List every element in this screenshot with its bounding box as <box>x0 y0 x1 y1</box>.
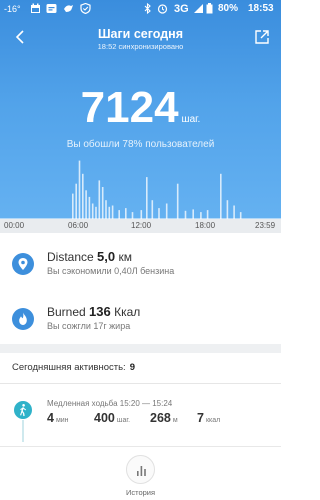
distance-value-line: Distance 5,0 км <box>47 249 132 264</box>
activity-distance-value: 268 <box>150 411 171 425</box>
tick-label-2: 12:00 <box>131 221 152 230</box>
activity-divider <box>0 383 281 384</box>
chart-bar-26 <box>220 173 222 220</box>
activity-calories: 7 ккал <box>197 411 220 425</box>
distance-value: 5,0 <box>97 249 116 264</box>
bluetooth-icon <box>142 2 153 15</box>
activity-steps-value: 400 <box>94 411 115 425</box>
activity-duration: 4 мин <box>47 411 69 425</box>
section-divider <box>0 344 281 353</box>
tick-label-0: 00:00 <box>4 221 25 230</box>
clock-text: 18:53 <box>248 3 274 14</box>
chart-bar-21 <box>176 183 179 220</box>
burned-unit: Ккал <box>114 305 141 319</box>
activity-item[interactable] <box>0 390 281 442</box>
chart-bar-0 <box>72 193 74 220</box>
bottom-bar: История <box>0 446 281 500</box>
activity-distance: 268 м <box>150 411 178 425</box>
share-icon <box>255 30 269 44</box>
signal-icon <box>193 3 204 14</box>
history-icon-circle <box>126 455 155 484</box>
history-label: История <box>125 488 156 497</box>
calendar-icon <box>30 3 41 14</box>
burned-label: Burned <box>47 305 86 319</box>
activity-count: 9 <box>129 362 135 373</box>
activity-distance-unit: м <box>172 417 178 424</box>
location-pin-icon <box>12 253 34 275</box>
step-count: 7124 <box>80 83 179 132</box>
time-axis: 00:00 06:00 12:00 18:00 23:59 <box>0 219 281 233</box>
tick-label-1: 06:00 <box>68 221 89 230</box>
page-title: Шаги сегодня <box>97 27 184 41</box>
chart-bar-1 <box>75 183 77 220</box>
notification-icon <box>46 3 57 14</box>
activity-calories-value: 7 <box>197 411 204 425</box>
distance-subtitle: Вы сэкономили 0,40Л бензина <box>47 266 175 276</box>
distance-row[interactable]: Distance 5,0 км Вы сэкономили 0,40Л бенз… <box>0 241 281 287</box>
flame-icon <box>12 308 34 330</box>
distance-unit: км <box>118 250 132 264</box>
activity-title: Медленная ходьба 15:20 — 15:24 <box>47 399 173 408</box>
steps-bar-chart <box>72 160 242 220</box>
distance-label: Distance <box>47 250 94 264</box>
tick-label-3: 18:00 <box>195 221 216 230</box>
chart-bar-2 <box>78 160 81 220</box>
burned-value-line: Burned 136 Ккал <box>47 304 140 319</box>
tick-label-4: 23:59 <box>255 221 276 230</box>
bar-chart-icon <box>137 466 146 476</box>
shield-icon <box>80 2 91 15</box>
alarm-icon <box>157 3 168 14</box>
temperature-text: -16° <box>4 4 21 14</box>
duration-value: 4 <box>47 411 54 425</box>
status-bar: -16° 3G 80% 18:53 <box>0 0 281 19</box>
comparison-text: Вы обошли 78% пользователей <box>66 139 215 150</box>
sync-status: 18:52 синхронизировано <box>97 42 184 51</box>
step-count-block: 7124 шаг. <box>0 83 281 133</box>
battery-icon <box>206 3 213 14</box>
timeline-line <box>22 420 24 442</box>
burned-row[interactable]: Burned 136 Ккал Вы сожгли 17г жира <box>0 295 281 343</box>
activity-steps: 400 шаг. <box>94 411 130 425</box>
step-unit: шаг. <box>181 114 201 125</box>
activity-heading: Сегодняшняя активность: 9 <box>12 362 135 373</box>
share-button[interactable] <box>252 27 272 47</box>
walking-icon <box>14 401 32 419</box>
activity-calories-unit: ккал <box>205 417 221 424</box>
activity-steps-unit: шаг. <box>116 417 131 424</box>
chart-bar-9 <box>101 187 104 220</box>
chart-bar-5 <box>88 196 91 220</box>
steps-hero: -16° 3G 80% 18:53 Шаги сегодня 18:52 син… <box>0 0 281 232</box>
history-button[interactable]: История <box>122 455 159 497</box>
bird-icon <box>63 3 74 14</box>
burned-value: 136 <box>89 304 111 319</box>
battery-percent: 80% <box>218 3 239 14</box>
duration-unit: мин <box>55 417 69 424</box>
chart-bar-3 <box>82 173 84 220</box>
chart-bar-17 <box>146 177 148 220</box>
chart-bar-8 <box>98 180 101 220</box>
network-type-text: 3G <box>174 3 189 15</box>
activity-heading-label: Сегодняшняя активность: <box>12 362 126 373</box>
chart-bar-4 <box>85 190 87 220</box>
burned-subtitle: Вы сожгли 17г жира <box>47 321 131 331</box>
